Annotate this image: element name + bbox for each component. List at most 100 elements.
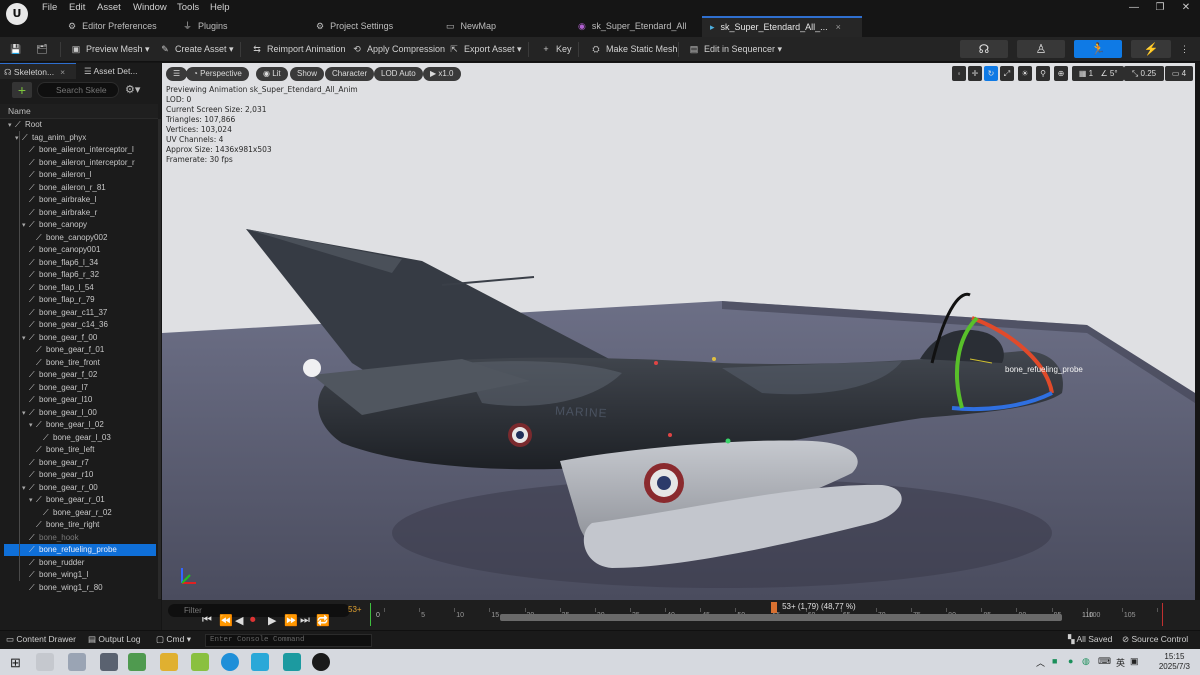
lit-button[interactable]: ◉ Lit — [256, 67, 288, 81]
edge-browser-icon[interactable] — [221, 653, 239, 671]
expand-arrow-icon[interactable]: ▾ — [29, 420, 36, 432]
bone-tree-row[interactable]: ▾ ⟋ bone_gear_l_02 — [4, 419, 156, 431]
scale-snap-button[interactable]: ⤡ 0.25 — [1124, 66, 1164, 81]
menu-help[interactable]: Help — [210, 2, 230, 13]
tab-animation-asset[interactable]: ▸ sk_Super_Etendard_All_... × — [702, 16, 862, 37]
expand-arrow-icon[interactable]: ▾ — [8, 120, 15, 132]
bone-tree-row[interactable]: ⟋ bone_gear_l7 — [4, 382, 156, 394]
tab-newmap[interactable]: ▭ NewMap — [438, 16, 563, 37]
edit-in-sequencer-button[interactable]: ▤ Edit in Sequencer ▾ — [684, 40, 786, 59]
expand-arrow-icon[interactable]: ▾ — [22, 408, 29, 420]
ime-indicator[interactable]: 英 — [1116, 656, 1125, 669]
bone-tree-row[interactable]: ⟋ bone_gear_l_03 — [4, 432, 156, 444]
playhead[interactable] — [771, 602, 778, 613]
app-icon[interactable] — [251, 653, 269, 671]
bone-tree-row[interactable]: ▾ ⟋ bone_gear_l_00 — [4, 407, 156, 419]
more-icon[interactable]: ⋮ — [1176, 40, 1193, 59]
file-explorer-icon[interactable] — [160, 653, 178, 671]
translate-icon[interactable]: ✛ — [968, 66, 982, 81]
animation-viewport[interactable]: MARINE bone_refueling_probe ☰ ◔ Perspect… — [162, 63, 1195, 600]
bone-tree-row[interactable]: ⟋ bone_flap_l_54 — [4, 282, 156, 294]
app-icon[interactable] — [68, 653, 86, 671]
bone-tree-row[interactable]: ⟋ bone_flap6_l_34 — [4, 257, 156, 269]
bone-tree-row[interactable]: ▾ ⟋ Root — [4, 119, 156, 131]
bone-tree-row[interactable]: ⟋ bone_flap6_r_32 — [4, 269, 156, 281]
bone-tree-row[interactable]: ⟋ bone_tire_right — [4, 519, 156, 531]
content-drawer-button[interactable]: ▭ Content Drawer — [6, 634, 76, 645]
menu-edit[interactable]: Edit — [69, 2, 85, 13]
surface-snap-icon[interactable]: ⚲ — [1036, 66, 1050, 81]
menu-window[interactable]: Window — [133, 2, 167, 13]
show-button[interactable]: Show — [290, 67, 325, 81]
tray-app-icon[interactable]: ■ — [1052, 656, 1057, 666]
rotate-icon[interactable]: ↻ — [984, 66, 998, 81]
menu-file[interactable]: File — [42, 2, 57, 13]
bone-tree-row[interactable]: ⟋ bone_gear_l10 — [4, 394, 156, 406]
save-icon[interactable]: 💾 — [6, 40, 30, 59]
tree-scrollbar[interactable] — [158, 119, 161, 599]
bone-tree-row[interactable]: ⟋ bone_airbrake_r — [4, 207, 156, 219]
console-command-input[interactable]: Enter Console Command — [205, 634, 372, 647]
tab-asset-details[interactable]: ☰ Asset Det... — [80, 63, 160, 79]
expand-arrow-icon[interactable]: ▾ — [22, 483, 29, 495]
bone-tree-row[interactable]: ⟋ bone_aileron_interceptor_r — [4, 157, 156, 169]
create-asset-button[interactable]: ✎ Create Asset ▾ — [155, 40, 238, 59]
local-space-icon[interactable]: ☀ — [1018, 66, 1032, 81]
bone-tree-row[interactable]: ⟋ bone_refueling_probe — [4, 544, 156, 556]
bone-tree-row[interactable]: ▾ ⟋ tag_anim_phyx — [4, 132, 156, 144]
column-header-name[interactable]: Name — [0, 104, 158, 119]
key-button[interactable]: + Key — [536, 40, 576, 59]
bone-tree-row[interactable]: ⟋ bone_airbrake_l — [4, 194, 156, 206]
minimize-icon[interactable]: — — [1122, 2, 1146, 13]
bone-tree-row[interactable]: ⟋ bone_aileron_interceptor_l — [4, 144, 156, 156]
tray-expand-icon[interactable]: ︿ — [1036, 656, 1045, 669]
bone-tree-row[interactable]: ⟋ bone_tire_left — [4, 444, 156, 456]
bone-tree-row[interactable]: ▾ ⟋ bone_canopy — [4, 219, 156, 231]
menu-asset[interactable]: Asset — [97, 2, 121, 13]
app-icon[interactable] — [100, 653, 118, 671]
menu-tools[interactable]: Tools — [177, 2, 199, 13]
browse-icon[interactable]: 🗂 — [32, 40, 56, 59]
export-asset-button[interactable]: ⇱ Export Asset ▾ — [444, 40, 526, 59]
output-log-button[interactable]: ▤ Output Log — [88, 634, 140, 645]
skeleton-mode-icon[interactable]: ☊ — [960, 40, 1008, 58]
task-view-icon[interactable] — [36, 653, 54, 671]
system-clock[interactable]: 15:15 2025/7/3 — [1159, 652, 1190, 672]
bone-tree-row[interactable]: ⟋ bone_gear_c14_36 — [4, 319, 156, 331]
expand-arrow-icon[interactable]: ▾ — [29, 495, 36, 507]
timeline-scrub-track[interactable] — [500, 614, 1062, 621]
animation-mode-icon[interactable]: 🏃 — [1074, 40, 1122, 58]
lod-auto-button[interactable]: LOD Auto — [374, 67, 423, 81]
preview-mesh-button[interactable]: ▣ Preview Mesh ▾ — [66, 40, 154, 59]
expand-arrow-icon[interactable]: ▾ — [22, 333, 29, 345]
bone-tree-row[interactable]: ⟋ bone_canopy001 — [4, 244, 156, 256]
reimport-animation-button[interactable]: ⇆ Reimport Animation — [247, 40, 350, 59]
angle-snap-button[interactable]: ∠ 5° — [1094, 66, 1124, 81]
expand-arrow-icon[interactable]: ▾ — [22, 220, 29, 232]
bone-tree-row[interactable]: ⟋ bone_gear_r_02 — [4, 507, 156, 519]
app-icon[interactable] — [128, 653, 146, 671]
make-static-mesh-button[interactable]: ⛭ Make Static Mesh — [586, 40, 682, 59]
unreal-engine-taskbar-icon[interactable] — [312, 653, 330, 671]
cmd-button[interactable]: ▢ Cmd ▾ — [156, 634, 191, 645]
bone-tree-row[interactable]: ⟋ bone_wing1_l — [4, 569, 156, 581]
tray-app-icon[interactable]: ● — [1068, 656, 1073, 666]
bone-tree-row[interactable]: ⟋ bone_gear_f_01 — [4, 344, 156, 356]
play-speed-button[interactable]: ▶ x1.0 — [423, 67, 461, 81]
close-window-icon[interactable]: ✕ — [1174, 2, 1198, 13]
unreal-logo-icon[interactable]: U — [6, 3, 28, 25]
maximize-icon[interactable]: ❐ — [1148, 2, 1172, 13]
keyboard-icon[interactable]: ⌨ — [1098, 656, 1111, 667]
perspective-button[interactable]: ◔ Perspective — [186, 67, 249, 81]
wechat-icon[interactable]: ◍ — [1082, 656, 1090, 667]
select-mode-icon[interactable]: ◦ — [952, 66, 966, 81]
bone-tree-row[interactable]: ⟋ bone_flap_r_79 — [4, 294, 156, 306]
app-icon[interactable] — [191, 653, 209, 671]
character-button[interactable]: Character — [325, 67, 375, 81]
world-icon[interactable]: ⊕ — [1054, 66, 1068, 81]
camera-speed-button[interactable]: ▭ 4 — [1165, 66, 1193, 81]
tab-editor-preferences[interactable]: ⚙ Editor Preferences — [60, 16, 190, 37]
bone-tree-row[interactable]: ⟋ bone_aileron_l — [4, 169, 156, 181]
source-control-button[interactable]: ⊘ Source Control — [1122, 634, 1188, 645]
close-tab-icon[interactable]: × — [60, 67, 65, 77]
